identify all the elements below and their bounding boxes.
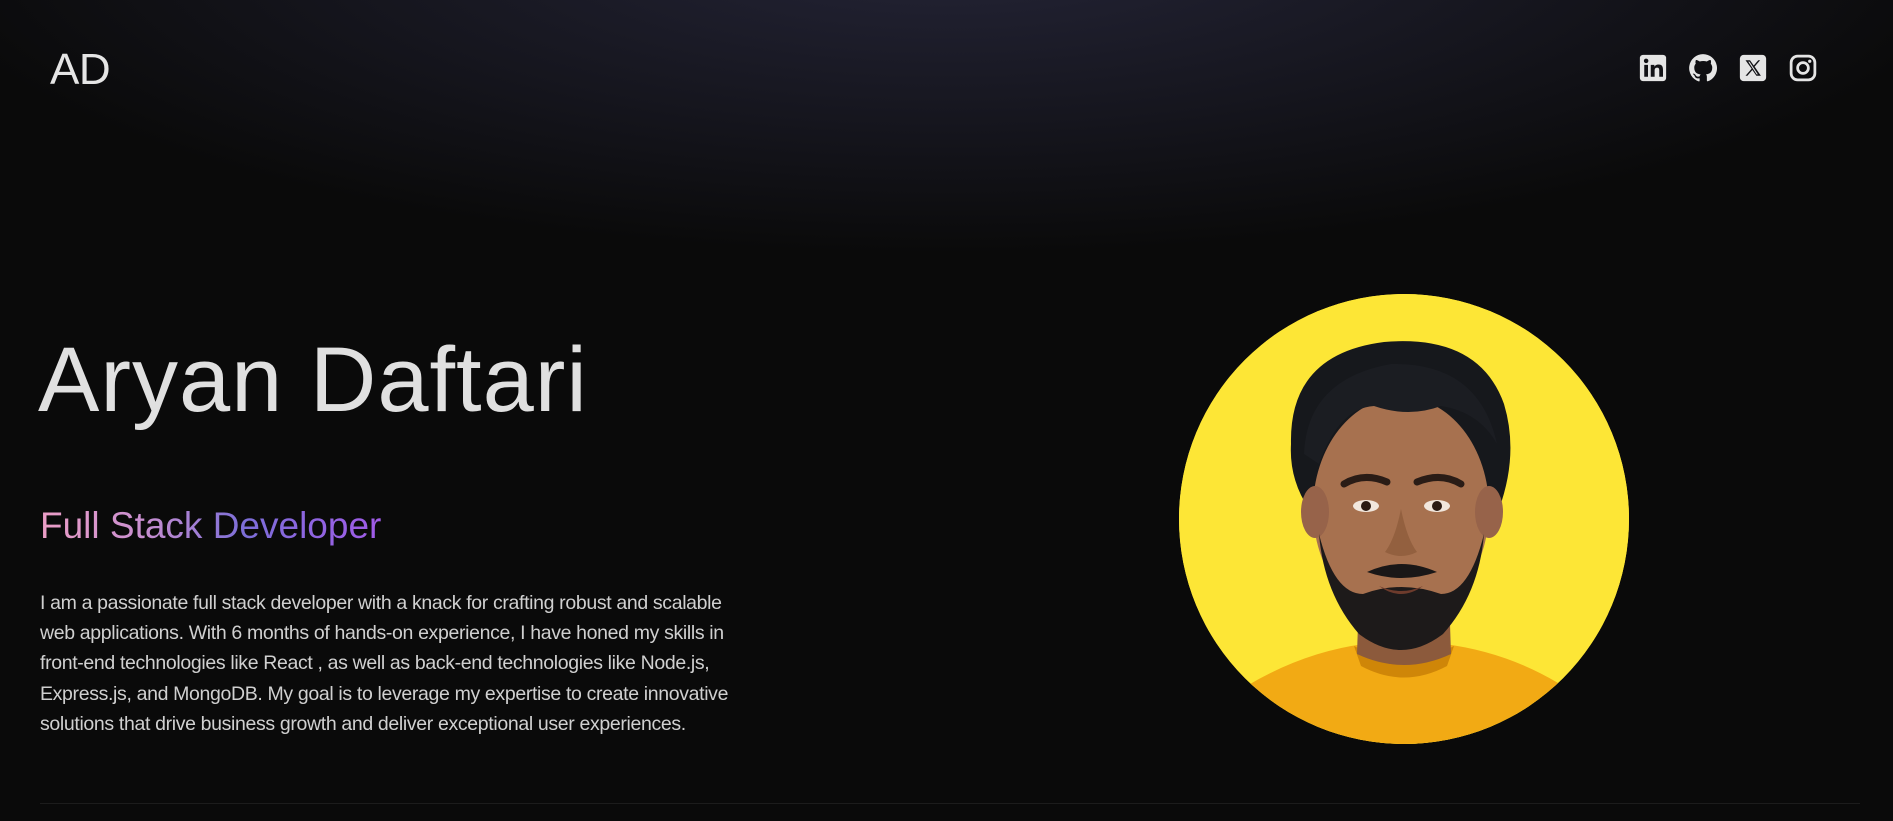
profile-photo-illustration <box>1179 294 1629 744</box>
navbar: AD <box>0 0 1893 140</box>
x-icon <box>1739 54 1767 82</box>
hero-role: Full Stack Developer <box>40 503 381 549</box>
linkedin-icon <box>1639 54 1667 82</box>
x-link[interactable] <box>1738 53 1768 83</box>
social-links <box>1638 53 1818 83</box>
instagram-icon <box>1789 54 1817 82</box>
linkedin-link[interactable] <box>1638 53 1668 83</box>
hero-bio: I am a passionate full stack developer w… <box>40 592 729 735</box>
section-divider <box>40 803 1860 804</box>
github-icon <box>1689 54 1718 82</box>
instagram-link[interactable] <box>1788 53 1818 83</box>
logo[interactable]: AD <box>50 44 111 96</box>
profile-photo <box>1179 294 1629 744</box>
github-link[interactable] <box>1688 53 1718 83</box>
hero-name: Aryan Daftari <box>38 329 588 431</box>
